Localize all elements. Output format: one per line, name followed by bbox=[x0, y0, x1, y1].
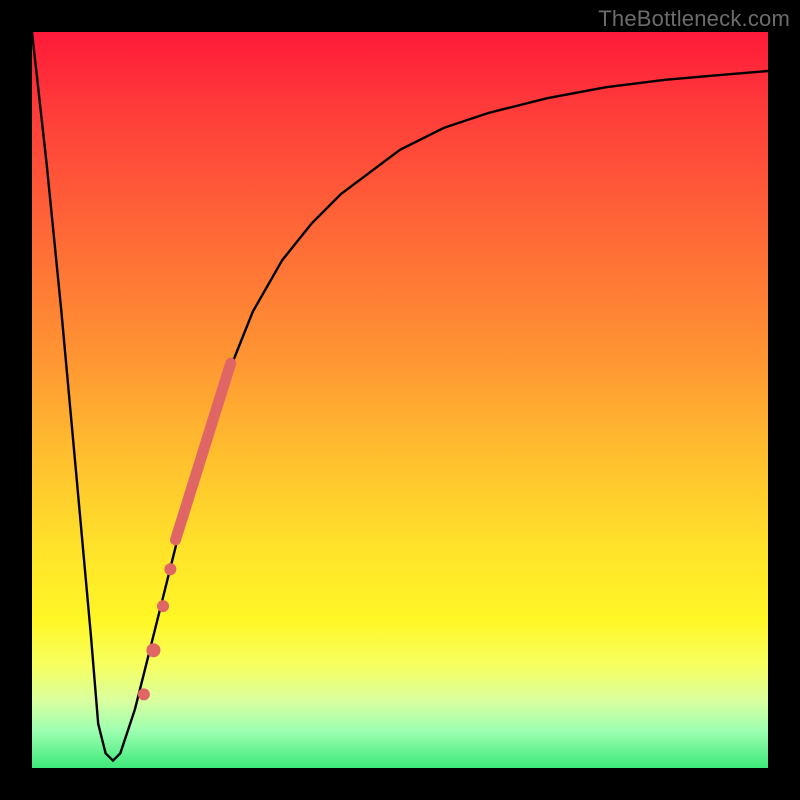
curve-layer bbox=[32, 32, 768, 768]
dot-1 bbox=[164, 563, 176, 575]
highlight-band bbox=[176, 363, 231, 540]
bottleneck-curve bbox=[32, 32, 768, 761]
watermark-text: TheBottleneck.com bbox=[598, 6, 790, 32]
marker-layer bbox=[138, 363, 231, 700]
dot-2 bbox=[157, 600, 169, 612]
dot-3 bbox=[146, 643, 160, 657]
dot-4 bbox=[138, 688, 150, 700]
plot-area bbox=[32, 32, 768, 768]
chart-frame: TheBottleneck.com bbox=[0, 0, 800, 800]
